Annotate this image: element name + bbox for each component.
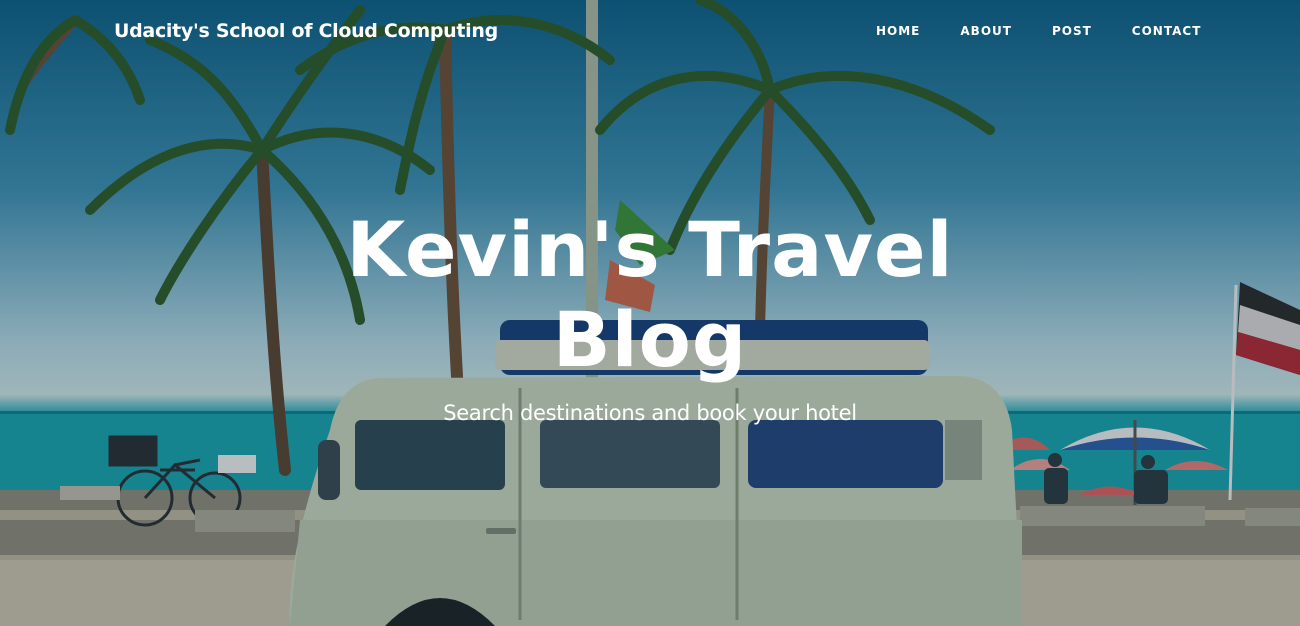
nav-links: HOME ABOUT POST CONTACT [866, 24, 1231, 38]
site-title: Kevin's Travel Blog [300, 205, 1000, 385]
nav-about-link[interactable]: ABOUT [950, 24, 1022, 38]
nav-home-link[interactable]: HOME [866, 24, 930, 38]
nav-post-link[interactable]: POST [1042, 24, 1102, 38]
masthead: Udacity's School of Cloud Computing HOME… [0, 0, 1300, 626]
site-subheading: Search destinations and book your hotel [443, 401, 857, 425]
site-title-line-2: Blog [552, 295, 748, 384]
main-nav: Udacity's School of Cloud Computing HOME… [0, 0, 1300, 70]
nav-contact-link[interactable]: CONTACT [1122, 24, 1212, 38]
brand-link[interactable]: Udacity's School of Cloud Computing [114, 20, 498, 42]
site-title-line-1: Kevin's Travel [346, 205, 954, 294]
site-heading: Kevin's Travel Blog Search destinations … [300, 205, 1000, 425]
